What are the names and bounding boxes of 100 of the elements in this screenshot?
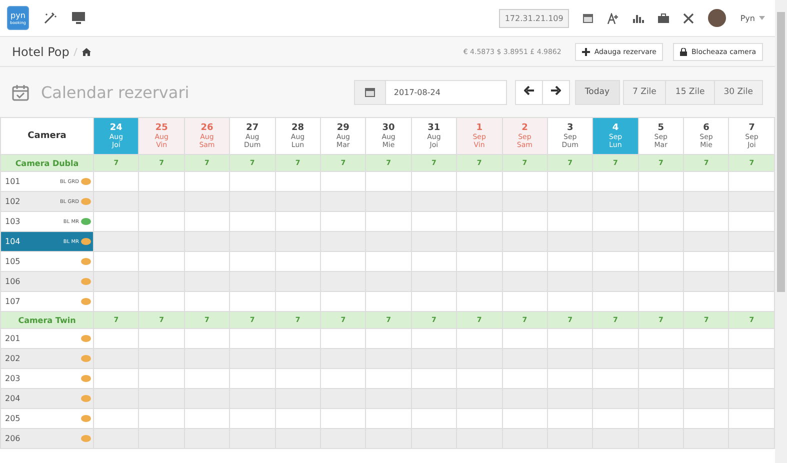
calendar-slot[interactable] [94, 192, 139, 212]
calendar-slot[interactable] [456, 252, 502, 272]
calendar-slot[interactable] [230, 348, 276, 368]
calendar-slot[interactable] [684, 172, 729, 192]
room-cell[interactable]: 206 [0, 428, 94, 448]
calendar-slot[interactable] [592, 272, 638, 292]
calendar-slot[interactable] [547, 232, 593, 252]
user-menu[interactable]: Pyn [740, 14, 765, 22]
calendar-slot[interactable] [547, 272, 593, 292]
calendar-slot[interactable] [184, 368, 230, 388]
calendar-slot[interactable] [230, 232, 276, 252]
calendar-slot[interactable] [547, 388, 593, 408]
calendar-slot[interactable] [684, 212, 729, 232]
calendar-slot[interactable] [592, 192, 638, 212]
calendar-slot[interactable] [320, 292, 366, 312]
calendar-slot[interactable] [138, 192, 184, 212]
calendar-slot[interactable] [547, 172, 593, 192]
calendar-slot[interactable] [366, 172, 412, 192]
calendar-slot[interactable] [275, 408, 320, 428]
calendar-slot[interactable] [411, 368, 457, 388]
calendar-slot[interactable] [684, 192, 729, 212]
calendar-slot[interactable] [547, 252, 593, 272]
calendar-slot[interactable] [411, 328, 457, 348]
date-field[interactable]: 2017-08-24 [354, 80, 507, 104]
calendar-slot[interactable] [411, 428, 457, 448]
calendar-slot[interactable] [366, 272, 412, 292]
calendar-slot[interactable] [684, 292, 729, 312]
calendar-slot[interactable] [275, 192, 320, 212]
calendar-slot[interactable] [411, 292, 457, 312]
calendar-slot[interactable] [638, 388, 684, 408]
calendar-slot[interactable] [684, 428, 729, 448]
calendar-slot[interactable] [230, 408, 276, 428]
calendar-slot[interactable] [366, 428, 412, 448]
calendar-slot[interactable] [456, 172, 502, 192]
calendar-slot[interactable] [275, 172, 320, 192]
calendar-slot[interactable] [320, 408, 366, 428]
calendar-slot[interactable] [638, 232, 684, 252]
calendar-slot[interactable] [728, 328, 774, 348]
calendar-slot[interactable] [638, 252, 684, 272]
calendar-slot[interactable] [94, 388, 139, 408]
calendar-slot[interactable] [320, 388, 366, 408]
calendar-slot[interactable] [366, 212, 412, 232]
calendar-slot[interactable] [366, 192, 412, 212]
calendar-slot[interactable] [230, 328, 276, 348]
calendar-slot[interactable] [592, 428, 638, 448]
calendar-slot[interactable] [638, 272, 684, 292]
calendar-slot[interactable] [230, 212, 276, 232]
calendar-slot[interactable] [230, 172, 276, 192]
calendar-slot[interactable] [502, 212, 548, 232]
calendar-slot[interactable] [502, 252, 548, 272]
calendar-slot[interactable] [728, 428, 774, 448]
calendar-slot[interactable] [456, 328, 502, 348]
calendar-slot[interactable] [94, 348, 139, 368]
range-button[interactable]: Today [574, 80, 620, 104]
calendar-slot[interactable] [502, 428, 548, 448]
calendar-slot[interactable] [592, 292, 638, 312]
calendar-slot[interactable] [592, 388, 638, 408]
range-button[interactable]: 15 Zile [665, 80, 715, 104]
calendar-slot[interactable] [275, 428, 320, 448]
calendar-slot[interactable] [94, 292, 139, 312]
room-cell[interactable]: 105 [0, 252, 94, 272]
calendar-slot[interactable] [684, 408, 729, 428]
calendar-slot[interactable] [320, 328, 366, 348]
next-button[interactable] [542, 80, 570, 104]
calendar-slot[interactable] [502, 328, 548, 348]
calendar-slot[interactable] [411, 388, 457, 408]
calendar-slot[interactable] [94, 272, 139, 292]
calendar-slot[interactable] [184, 212, 230, 232]
room-cell[interactable]: 106 [0, 272, 94, 292]
range-button[interactable]: 7 Zile [622, 80, 666, 104]
briefcase-icon[interactable] [658, 13, 670, 23]
calendar-slot[interactable] [94, 408, 139, 428]
calendar-slot[interactable] [638, 328, 684, 348]
calendar-slot[interactable] [547, 348, 593, 368]
calendar-slot[interactable] [320, 232, 366, 252]
calendar-slot[interactable] [275, 252, 320, 272]
calendar-slot[interactable] [502, 172, 548, 192]
calendar-slot[interactable] [728, 408, 774, 428]
calendar-slot[interactable] [456, 232, 502, 252]
calendar-slot[interactable] [411, 348, 457, 368]
range-button[interactable]: 30 Zile [714, 80, 763, 104]
calendar-slot[interactable] [684, 232, 729, 252]
calendar-slot[interactable] [94, 212, 139, 232]
calendar-slot[interactable] [138, 172, 184, 192]
calendar-slot[interactable] [502, 272, 548, 292]
calendar-slot[interactable] [638, 368, 684, 388]
calendar-slot[interactable] [456, 388, 502, 408]
calendar-slot[interactable] [138, 212, 184, 232]
calendar-slot[interactable] [592, 348, 638, 368]
calendar-slot[interactable] [184, 348, 230, 368]
calendar-slot[interactable] [411, 252, 457, 272]
breadcrumb-link[interactable]: Hotel Pop [12, 44, 70, 58]
room-cell[interactable]: 202 [0, 348, 94, 368]
calendar-slot[interactable] [502, 408, 548, 428]
calendar-slot[interactable] [728, 252, 774, 272]
calendar-slot[interactable] [684, 388, 729, 408]
calendar-slot[interactable] [502, 292, 548, 312]
calendar-slot[interactable] [230, 252, 276, 272]
calendar-slot[interactable] [638, 172, 684, 192]
calendar-slot[interactable] [684, 328, 729, 348]
